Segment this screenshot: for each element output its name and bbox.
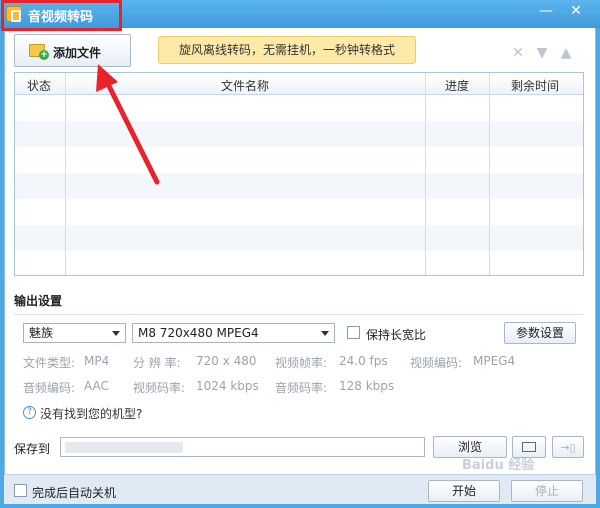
video-fps-value: 24.0 fps xyxy=(339,354,388,368)
device-brand-select[interactable]: 魅族 xyxy=(23,323,126,343)
annotation-arrow xyxy=(96,64,160,185)
format-select[interactable]: M8 720x480 MPEG4 xyxy=(132,323,335,343)
auto-shutdown-checkbox[interactable] xyxy=(14,484,27,497)
format-value: M8 720x480 MPEG4 xyxy=(138,326,259,340)
resolution-value: 720 x 480 xyxy=(196,354,257,368)
keep-aspect-checkbox[interactable] xyxy=(347,326,360,339)
device-not-found-link[interactable]: 没有找到您的机型? xyxy=(40,405,142,422)
folder-open-icon xyxy=(522,442,536,452)
file-type-label: 文件类型: xyxy=(23,356,76,370)
chevron-down-icon xyxy=(112,331,120,336)
save-to-label: 保存到 xyxy=(14,442,51,456)
video-codec-value: MPEG4 xyxy=(473,354,516,368)
video-codec-label: 视频编码: xyxy=(410,356,463,370)
export-icon: →▯ xyxy=(560,441,576,454)
stop-button[interactable]: 停止 xyxy=(511,480,583,502)
save-path-field[interactable] xyxy=(60,437,425,457)
params-settings-button[interactable]: 参数设置 xyxy=(504,322,576,344)
watermark: Baidu 经验 xyxy=(462,458,535,473)
start-button[interactable]: 开始 xyxy=(428,480,500,502)
video-bitrate-label: 视频码率: xyxy=(133,381,186,395)
audio-codec-label: 音频编码: xyxy=(23,381,76,395)
redacted-path xyxy=(65,442,183,453)
keep-aspect-label: 保持长宽比 xyxy=(366,328,427,342)
video-fps-label: 视频帧率: xyxy=(275,356,328,370)
audio-codec-value: AAC xyxy=(84,379,109,393)
file-type-value: MP4 xyxy=(84,354,110,368)
audio-bitrate-label: 音频码率: xyxy=(275,381,328,395)
output-settings-title: 输出设置 xyxy=(14,294,63,308)
resolution-label: 分 辨 率: xyxy=(133,356,181,370)
export-button[interactable]: →▯ xyxy=(552,436,584,458)
auto-shutdown-label: 完成后自动关机 xyxy=(32,486,117,500)
audio-bitrate-value: 128 kbps xyxy=(339,379,395,393)
video-bitrate-value: 1024 kbps xyxy=(196,379,259,393)
help-icon[interactable]: ? xyxy=(23,406,36,419)
app-window: 音视频转码 — ✕ + 添加文件 旋风离线转码，无需挂机，一秒钟转格式 ✕ ▼ … xyxy=(0,0,600,508)
chevron-down-icon xyxy=(321,331,329,336)
device-brand-value: 魅族 xyxy=(29,326,54,340)
